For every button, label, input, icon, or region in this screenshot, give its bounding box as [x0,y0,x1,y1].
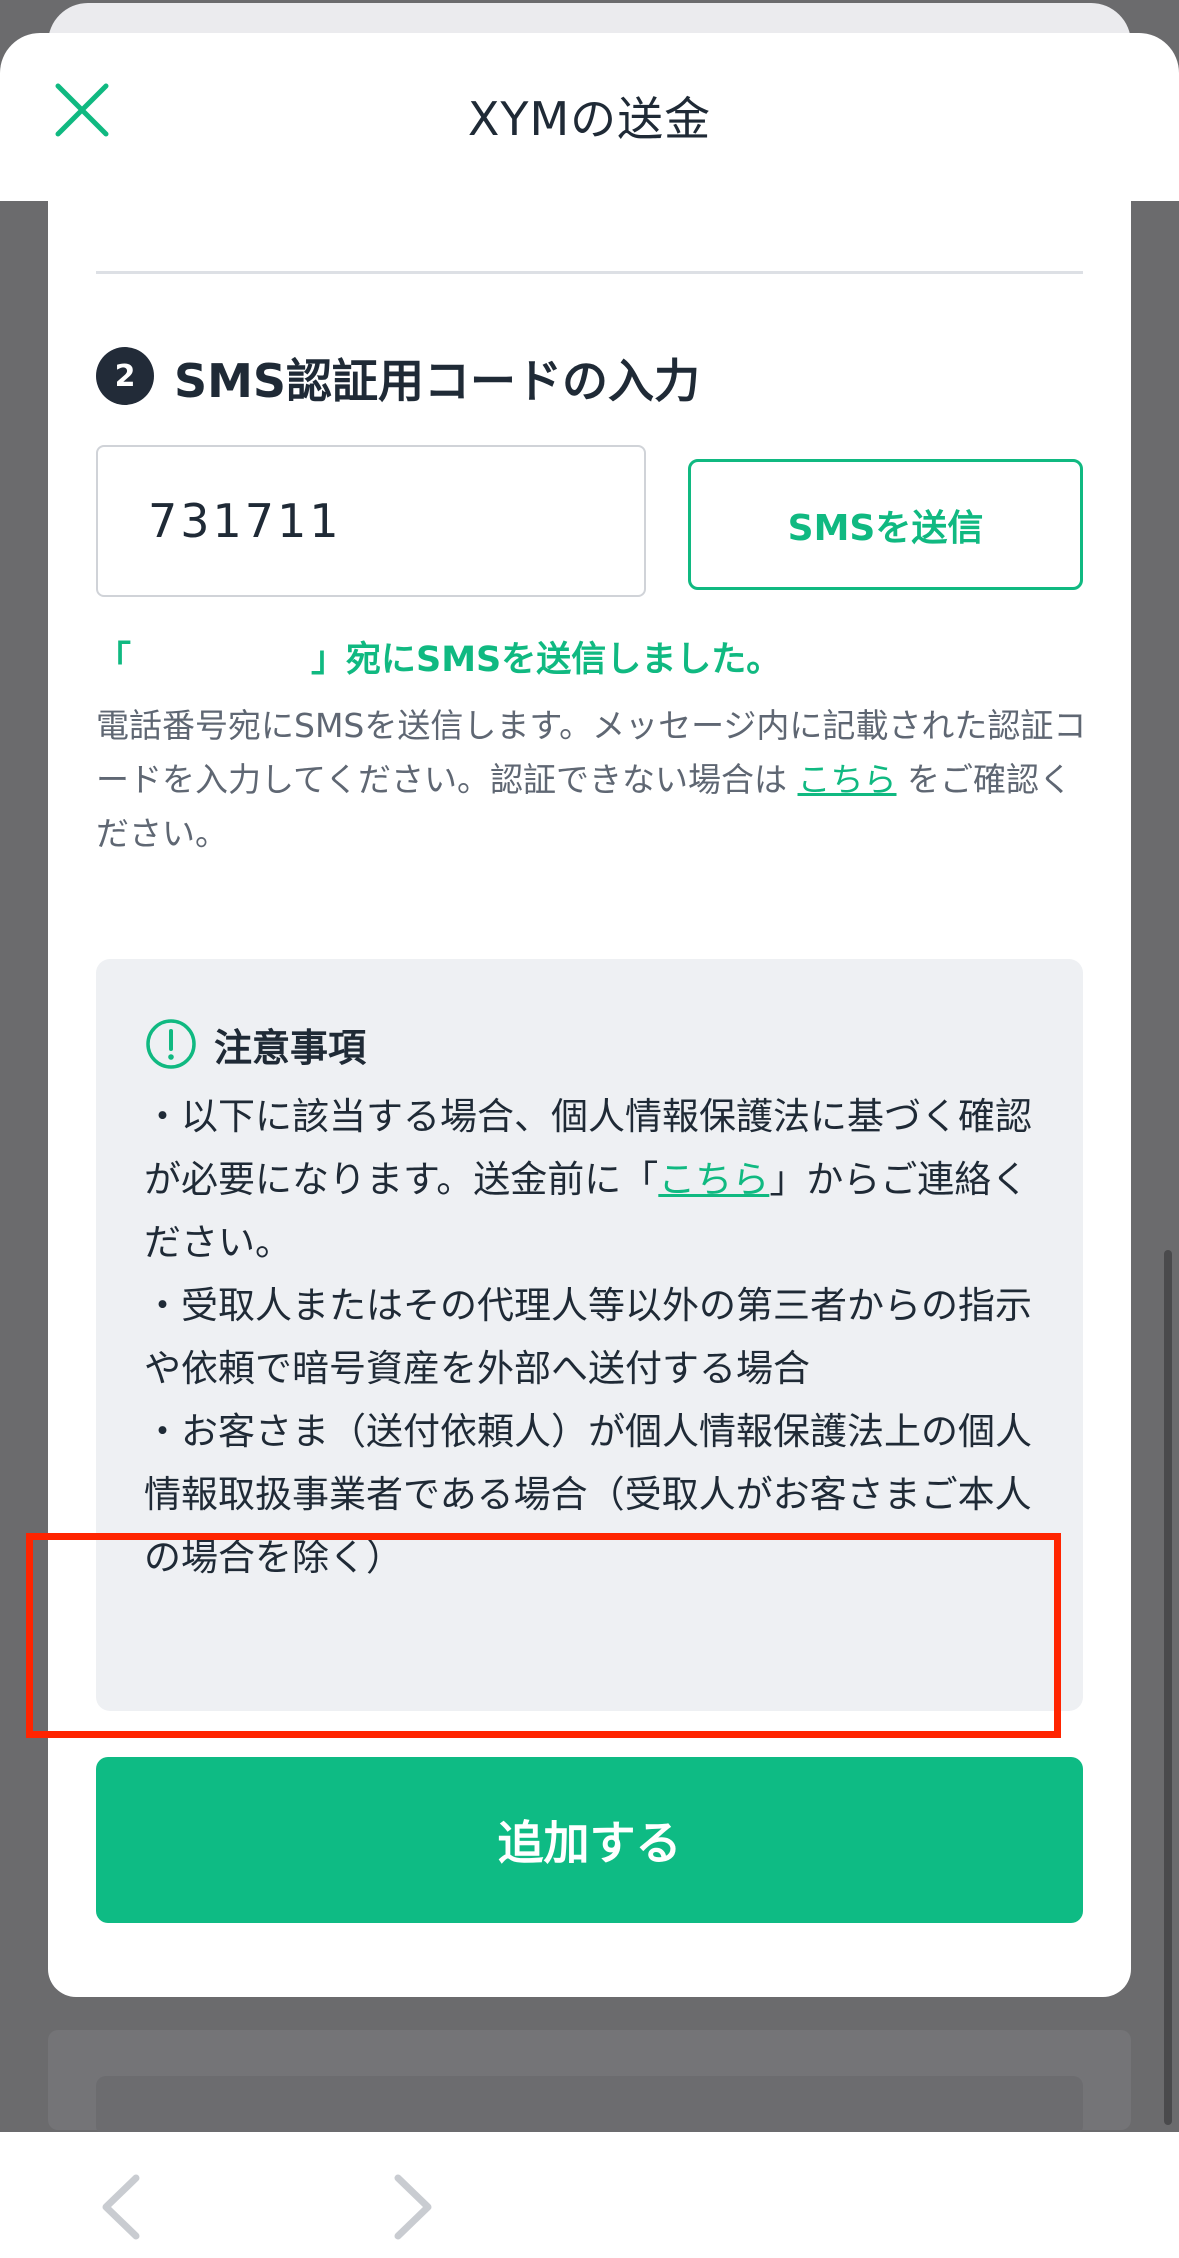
send-sms-button[interactable]: SMSを送信 [688,459,1083,590]
exclamation-circle-icon [144,1017,198,1071]
scrollbar[interactable] [1164,1250,1172,2125]
modal-header: XYMの送金 [0,33,1179,201]
page-title: XYMの送金 [467,92,712,146]
sms-code-input[interactable] [96,445,646,597]
sms-sent-suffix: 」宛にSMSを送信しました。 [311,640,782,680]
forward-arrow-icon[interactable] [390,2172,438,2242]
browser-toolbar [0,2132,1179,2258]
help-link[interactable]: こちら [798,760,897,799]
divider [96,271,1083,274]
sms-sent-message: 「 」宛にSMSを送信しました。 [96,631,781,682]
notice-contact-link[interactable]: こちら [658,1158,769,1201]
add-button[interactable]: 追加する [96,1757,1083,1923]
step-title: SMS認証用コードの入力 [174,354,701,408]
notice-paragraph: ・以下に該当する場合、個人情報保護法に基づく確認が必要になります。送金前に「こち… [144,1085,1049,1274]
step-number-badge: 2 [96,347,154,405]
sms-help-text: 電話番号宛にSMSを送信します。メッセージ内に記載された認証コードを入力してくだ… [96,699,1096,861]
notice-title: 注意事項 [214,1026,367,1070]
notice-paragraph: ・受取人またはその代理人等以外の第三者からの指示や依頼で暗号資産を外部へ送付する… [144,1284,1032,1390]
notice-body: ・以下に該当する場合、個人情報保護法に基づく確認が必要になります。送金前に「こち… [144,1085,1049,1589]
background-card-inner [96,2076,1083,2136]
back-arrow-icon[interactable] [96,2172,144,2242]
sms-sent-open-bracket: 「 [96,640,132,680]
highlight-frame [26,1533,1061,1738]
